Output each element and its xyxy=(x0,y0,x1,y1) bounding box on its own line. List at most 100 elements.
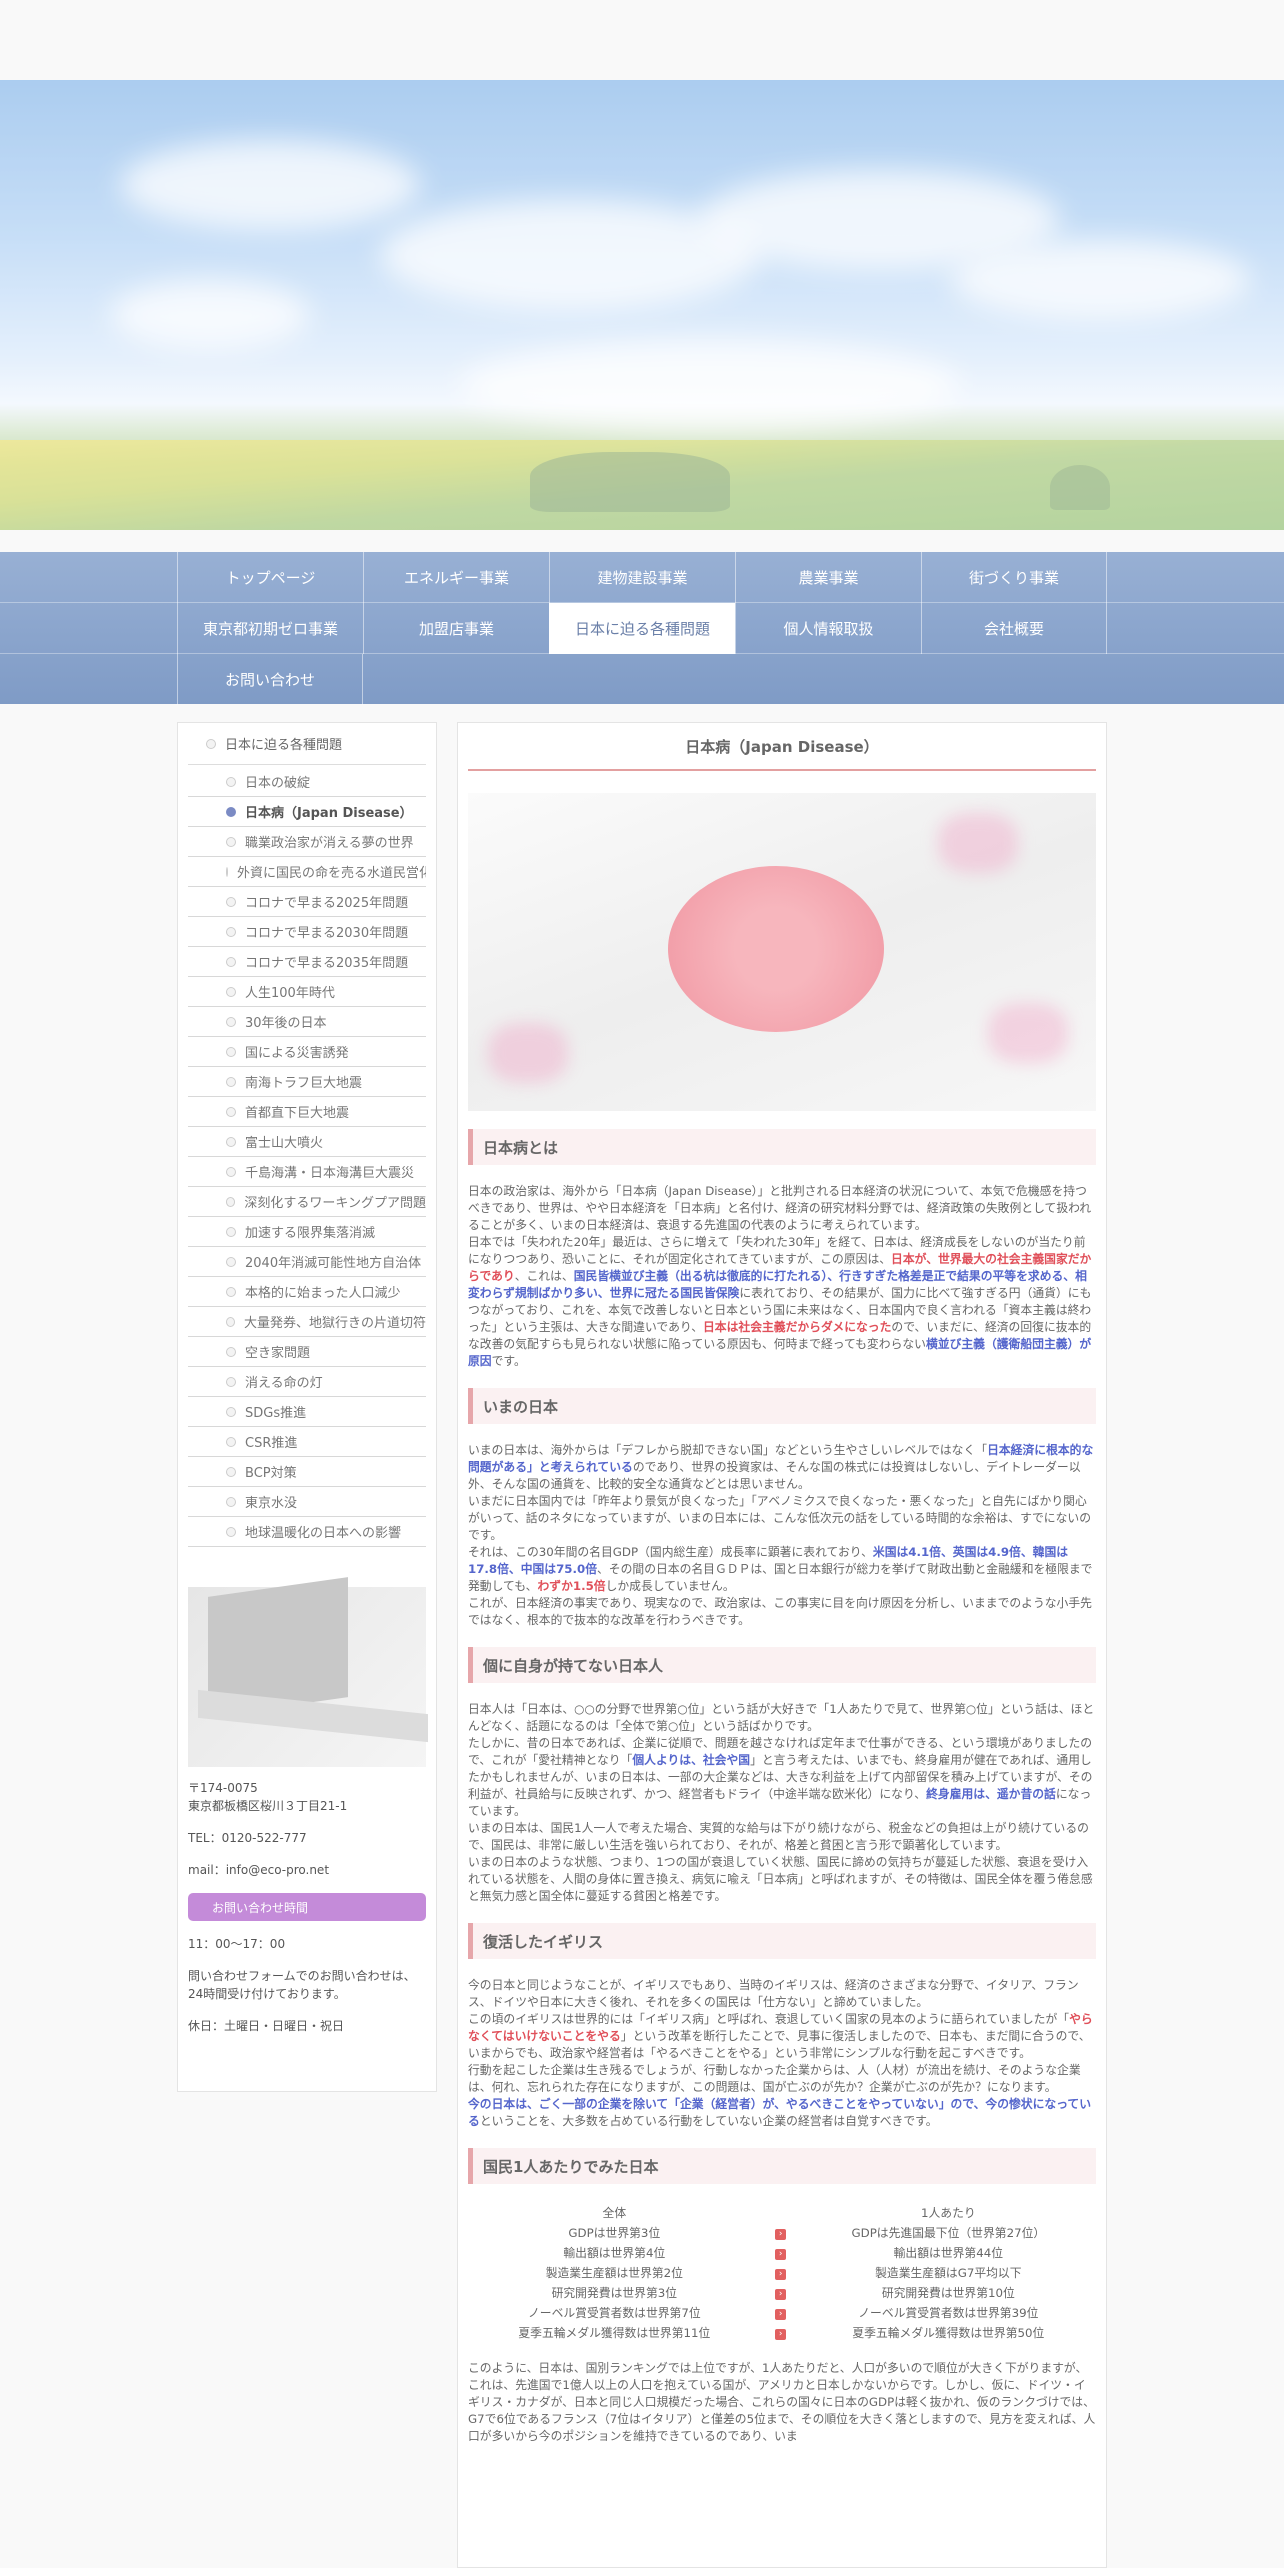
sidebar-item-label: 深刻化するワーキングプア問題 xyxy=(244,1196,426,1211)
sidebar-item-label: 千島海溝・日本海溝巨大震災 xyxy=(245,1166,415,1181)
sidebar-head[interactable]: 日本に迫る各種問題 xyxy=(188,723,426,765)
sidebar-item[interactable]: 空き家問題 xyxy=(188,1337,426,1367)
sidebar-item[interactable]: 本格的に始まった人口減少 xyxy=(188,1277,426,1307)
table-row: 夏季五輪メダル獲得数は世界第11位 › 夏季五輪メダル獲得数は世界第50位 xyxy=(468,2322,1096,2342)
sidebar-item[interactable]: SDGs推進 xyxy=(188,1397,426,1427)
comparison-table: 全体 1人あたり GDPは世界第3位 › GDPは先進国最下位（世界第27位） 輸出額… xyxy=(468,2202,1096,2342)
table-cell: 輸出額は世界第4位 xyxy=(563,2245,666,2260)
sidebar-item[interactable]: コロナで早まる2030年問題 xyxy=(188,917,426,947)
table-cell: ノーベル賞受賞者数は世界第7位 xyxy=(527,2305,701,2320)
section-heading: いまの日本 xyxy=(468,1388,1096,1424)
nav-item[interactable]: 日本に迫る各種問題 xyxy=(549,603,735,654)
bullet-icon xyxy=(226,1136,236,1147)
table-cell: 研究開発費は世界第10位 xyxy=(881,2285,1015,2300)
table-row: ノーベル賞受賞者数は世界第7位 › ノーベル賞受賞者数は世界第39位 xyxy=(468,2302,1096,2322)
sidebar-item-label: コロナで早まる2035年問題 xyxy=(245,956,409,971)
table-cell: ノーベル賞受賞者数は世界第39位 xyxy=(858,2305,1039,2320)
sidebar-item[interactable]: 南海トラフ巨大地震 xyxy=(188,1067,426,1097)
nav-item[interactable]: 農業事業 xyxy=(735,552,921,603)
hours: 11：00～17：00 xyxy=(188,1937,286,1951)
sidebar-item[interactable]: 日本病（Japan Disease） xyxy=(188,797,426,827)
sidebar-item[interactable]: 東京水没 xyxy=(188,1487,426,1517)
bullet-icon xyxy=(226,1106,236,1117)
bullet-icon xyxy=(226,1226,236,1237)
sidebar: 日本に迫る各種問題 日本の破綻日本病（Japan Disease） 職業政治家が消… xyxy=(177,722,437,2092)
sidebar-item[interactable]: 深刻化するワーキングプア問題 xyxy=(188,1187,426,1217)
sidebar-item-label: 大量発券、地獄行きの片道切符 xyxy=(243,1316,426,1331)
table-row: GDPは世界第3位 › GDPは先進国最下位（世界第27位） xyxy=(468,2222,1096,2242)
bullet-icon xyxy=(226,896,236,907)
nav-item[interactable]: お問い合わせ xyxy=(177,654,363,705)
arrow-right-icon: › xyxy=(775,2288,787,2300)
bullet-icon xyxy=(226,1526,236,1537)
table-cell: 製造業生産額はG7平均以下 xyxy=(875,2265,1022,2280)
arrow-right-icon: › xyxy=(775,2308,787,2320)
arrow-right-icon: › xyxy=(775,2268,787,2280)
arrow-right-icon: › xyxy=(775,2228,787,2240)
sidebar-item[interactable]: 国による災害誘発 xyxy=(188,1037,426,1067)
sidebar-item-label: 外資に国民の命を売る水道民営化 xyxy=(237,866,426,881)
main-content: 日本病（Japan Disease） 日本病とは 日本の政治家は、海外から「日本… xyxy=(457,722,1107,2568)
table-cell: 夏季五輪メダル獲得数は世界第50位 xyxy=(852,2325,1045,2340)
arrow-right-icon: › xyxy=(775,2328,787,2340)
nav-item[interactable]: 建物建設事業 xyxy=(549,552,735,603)
bullet-icon xyxy=(226,1166,236,1177)
sidebar-item[interactable]: 加速する限界集落消滅 xyxy=(188,1217,426,1247)
nav-item[interactable]: 加盟店事業 xyxy=(363,603,549,654)
form-note: 問い合わせフォームでのお問い合わせは、24時間受け付けております。 xyxy=(188,1969,416,2001)
sidebar-item-label: 30年後の日本 xyxy=(245,1016,327,1031)
sidebar-item-label: 空き家問題 xyxy=(245,1346,311,1361)
bullet-icon xyxy=(226,776,236,787)
sidebar-item[interactable]: コロナで早まる2025年問題 xyxy=(188,887,426,917)
sidebar-item[interactable]: 首都直下巨大地震 xyxy=(188,1097,426,1127)
section-heading: 国民1人あたりでみた日本 xyxy=(468,2148,1096,2184)
sidebar-item[interactable]: 日本の破綻 xyxy=(188,767,426,797)
table-row: 製造業生産額は世界第2位 › 製造業生産額はG7平均以下 xyxy=(468,2262,1096,2282)
nav-item[interactable]: エネルギー事業 xyxy=(363,552,549,603)
arrow-right-icon: › xyxy=(775,2248,787,2260)
bullet-icon xyxy=(226,956,236,967)
sidebar-item[interactable]: 人生100年時代 xyxy=(188,977,426,1007)
table-cell: 輸出額は世界第44位 xyxy=(893,2245,1004,2260)
sidebar-item[interactable]: 外資に国民の命を売る水道民営化 xyxy=(188,857,426,887)
sidebar-item[interactable]: コロナで早まる2035年問題 xyxy=(188,947,426,977)
sidebar-item[interactable]: BCP対策 xyxy=(188,1457,426,1487)
sidebar-item-label: コロナで早まる2025年問題 xyxy=(245,896,409,911)
sidebar-item[interactable]: 職業政治家が消える夢の世界 xyxy=(188,827,426,857)
sidebar-item[interactable]: 地球温暖化の日本への影響 xyxy=(188,1517,426,1547)
sidebar-item[interactable]: CSR推進 xyxy=(188,1427,426,1457)
sidebar-item[interactable]: 大量発券、地獄行きの片道切符 xyxy=(188,1307,426,1337)
bullet-icon xyxy=(226,1376,236,1387)
sidebar-item-label: コロナで早まる2030年問題 xyxy=(245,926,409,941)
sidebar-item[interactable]: 30年後の日本 xyxy=(188,1007,426,1037)
bullet-icon xyxy=(226,1346,236,1357)
mail: mail：info@eco-pro.net xyxy=(188,1863,330,1877)
sidebar-item[interactable]: 千島海溝・日本海溝巨大震災 xyxy=(188,1157,426,1187)
bullet-icon xyxy=(226,1406,236,1417)
bullet-icon xyxy=(226,866,228,877)
bullet-icon xyxy=(226,1466,236,1477)
nav-item[interactable]: 東京都初期ゼロ事業 xyxy=(177,603,363,654)
bullet-icon xyxy=(226,1046,236,1057)
table-row: 輸出額は世界第4位 › 輸出額は世界第44位 xyxy=(468,2242,1096,2262)
table-header-left: 全体 xyxy=(602,2205,627,2220)
section-text: このように、日本は、国別ランキングでは上位ですが、1人あたりだと、人口が多いので… xyxy=(468,2361,1096,2443)
sidebar-item[interactable]: 2040年消滅可能性地方自治体 xyxy=(188,1247,426,1277)
nav-item[interactable]: トップページ xyxy=(177,552,363,603)
sidebar-item-label: 地球温暖化の日本への影響 xyxy=(245,1526,402,1541)
sidebar-item-label: 日本病（Japan Disease） xyxy=(245,806,413,821)
section-text: 今の日本と同じようなことが、イギリスでもあり、当時のイギリスは、経済のさまざまな… xyxy=(468,1978,1093,2128)
bullet-icon xyxy=(226,1196,236,1207)
sidebar-item-label: 消える命の灯 xyxy=(245,1376,323,1391)
table-cell: 夏季五輪メダル獲得数は世界第11位 xyxy=(518,2325,711,2340)
nav-item[interactable]: 会社概要 xyxy=(921,603,1107,654)
sidebar-item[interactable]: 消える命の灯 xyxy=(188,1367,426,1397)
nav-item[interactable]: 街づくり事業 xyxy=(921,552,1107,603)
sidebar-item-label: 本格的に始まった人口減少 xyxy=(245,1286,401,1301)
nav-item[interactable]: 個人情報取扱 xyxy=(735,603,921,654)
bullet-icon xyxy=(226,1256,236,1267)
sidebar-item-label: 首都直下巨大地震 xyxy=(245,1106,350,1121)
section-text: 日本人は「日本は、○○の分野で世界第○位」という話が大好きで「1人あたりで見て、… xyxy=(468,1702,1095,1903)
contact-hours-button[interactable]: お問い合わせ時間 xyxy=(188,1893,426,1921)
sidebar-item[interactable]: 富士山大噴火 xyxy=(188,1127,426,1157)
